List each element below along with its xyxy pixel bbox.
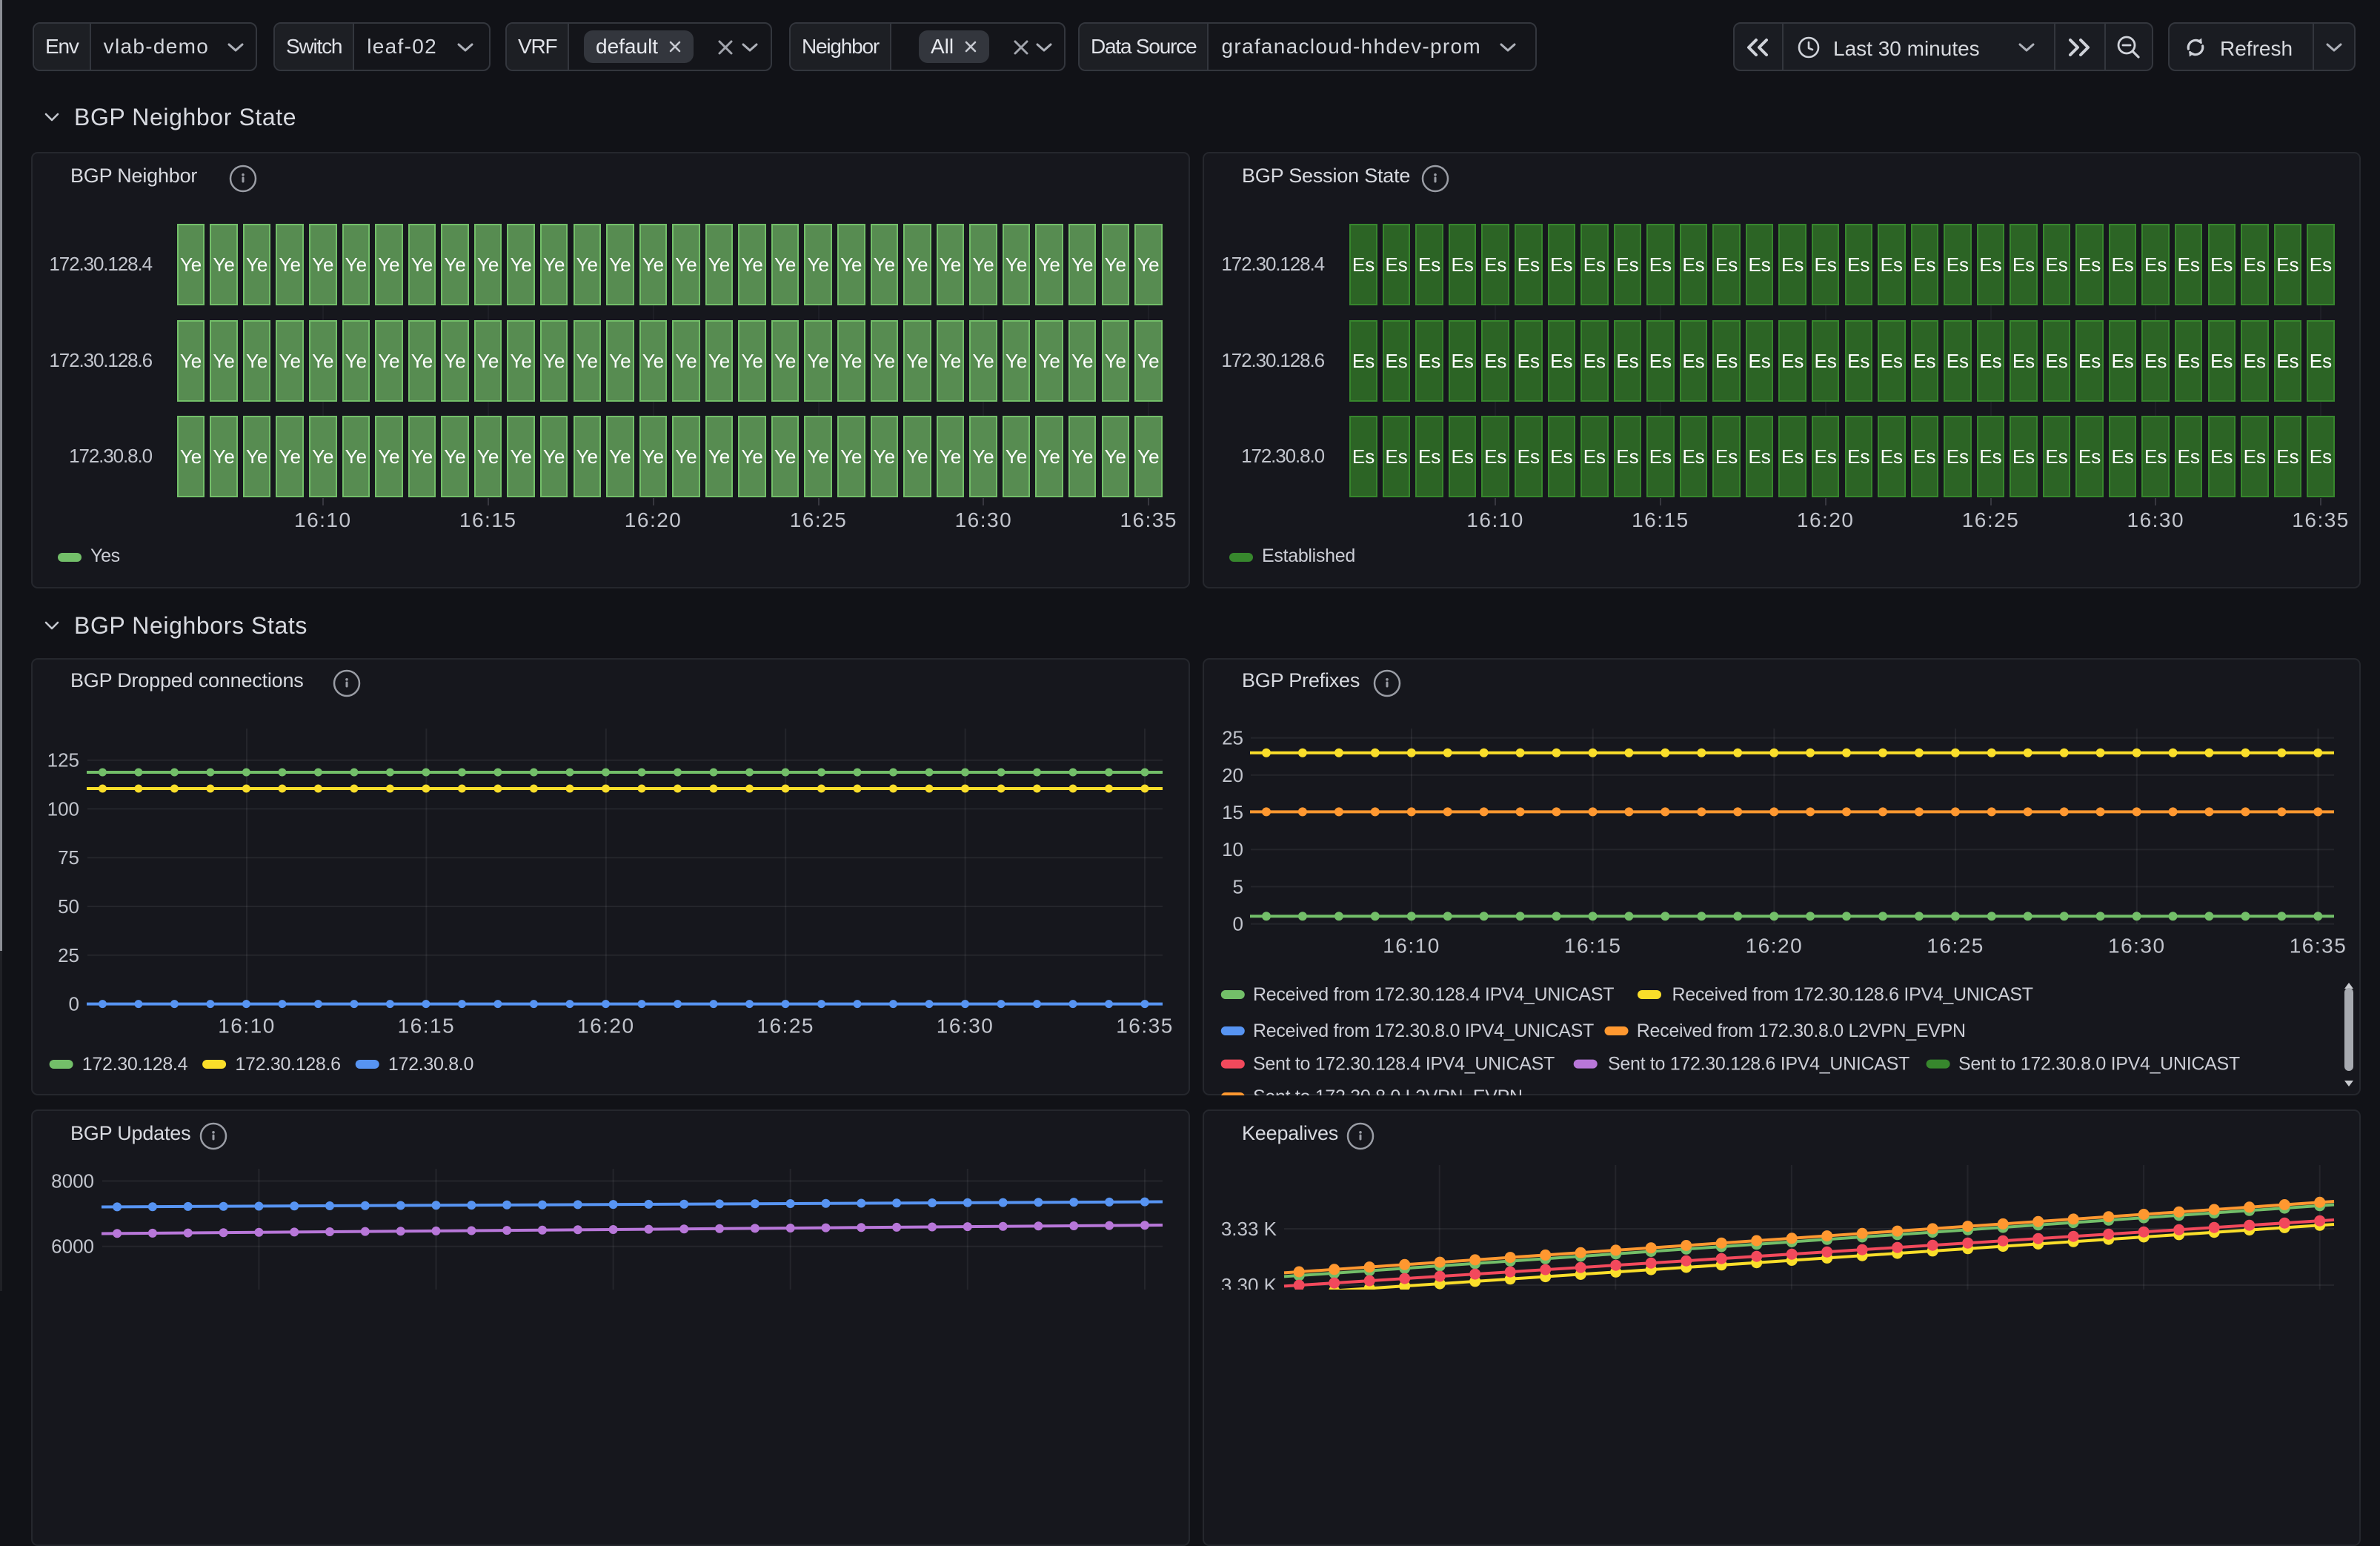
svg-text:25: 25: [58, 944, 79, 966]
svg-text:16:20: 16:20: [577, 1015, 635, 1038]
svg-text:16:25: 16:25: [757, 1015, 814, 1038]
svg-text:16:10: 16:10: [218, 1015, 276, 1038]
svg-text:100: 100: [47, 797, 79, 820]
svg-text:16:25: 16:25: [1927, 935, 1984, 958]
svg-text:5: 5: [1233, 875, 1243, 898]
svg-text:16:10: 16:10: [1383, 935, 1440, 958]
svg-text:50: 50: [58, 895, 79, 918]
svg-text:3.33 K: 3.33 K: [1221, 1218, 1277, 1240]
svg-text:8000: 8000: [51, 1170, 94, 1192]
svg-text:75: 75: [58, 846, 79, 869]
svg-text:6000: 6000: [51, 1235, 94, 1258]
svg-text:Sent to 172.30.8.0 L2VPN_EVPN: Sent to 172.30.8.0 L2VPN_EVPN: [1253, 1086, 1523, 1095]
svg-text:20: 20: [1222, 764, 1243, 786]
svg-text:Received from 172.30.8.0 IPV4_: Received from 172.30.8.0 IPV4_UNICAST: [1253, 1021, 1594, 1041]
svg-text:Received from 172.30.8.0 L2VPN: Received from 172.30.8.0 L2VPN_EVPN: [1637, 1021, 1966, 1041]
svg-text:3.30 K: 3.30 K: [1221, 1274, 1277, 1290]
svg-text:16:20: 16:20: [1746, 935, 1804, 958]
svg-text:172.30.128.6: 172.30.128.6: [235, 1054, 340, 1075]
svg-text:Sent to 172.30.8.0 IPV4_UNICAS: Sent to 172.30.8.0 IPV4_UNICAST: [1958, 1054, 2240, 1075]
svg-text:10: 10: [1222, 838, 1243, 860]
svg-text:16:30: 16:30: [2108, 935, 2166, 958]
svg-text:Received from 172.30.128.6 IPV: Received from 172.30.128.6 IPV4_UNICAST: [1672, 984, 2033, 1005]
svg-text:25: 25: [1222, 727, 1243, 749]
svg-text:16:35: 16:35: [1116, 1015, 1174, 1038]
svg-text:172.30.128.4: 172.30.128.4: [82, 1054, 188, 1075]
svg-text:172.30.8.0: 172.30.8.0: [388, 1054, 473, 1075]
svg-text:125: 125: [47, 749, 79, 772]
svg-text:16:15: 16:15: [398, 1015, 456, 1038]
svg-text:16:35: 16:35: [2290, 935, 2347, 958]
svg-text:15: 15: [1222, 801, 1243, 823]
svg-text:16:30: 16:30: [937, 1015, 994, 1038]
svg-text:0: 0: [69, 993, 79, 1015]
svg-text:Sent to 172.30.128.4 IPV4_UNIC: Sent to 172.30.128.4 IPV4_UNICAST: [1253, 1054, 1555, 1075]
svg-text:0: 0: [1233, 913, 1243, 935]
svg-text:Received from 172.30.128.4 IPV: Received from 172.30.128.4 IPV4_UNICAST: [1253, 984, 1614, 1005]
svg-text:16:15: 16:15: [1564, 935, 1622, 958]
svg-text:Sent to 172.30.128.6 IPV4_UNIC: Sent to 172.30.128.6 IPV4_UNICAST: [1608, 1054, 1909, 1075]
